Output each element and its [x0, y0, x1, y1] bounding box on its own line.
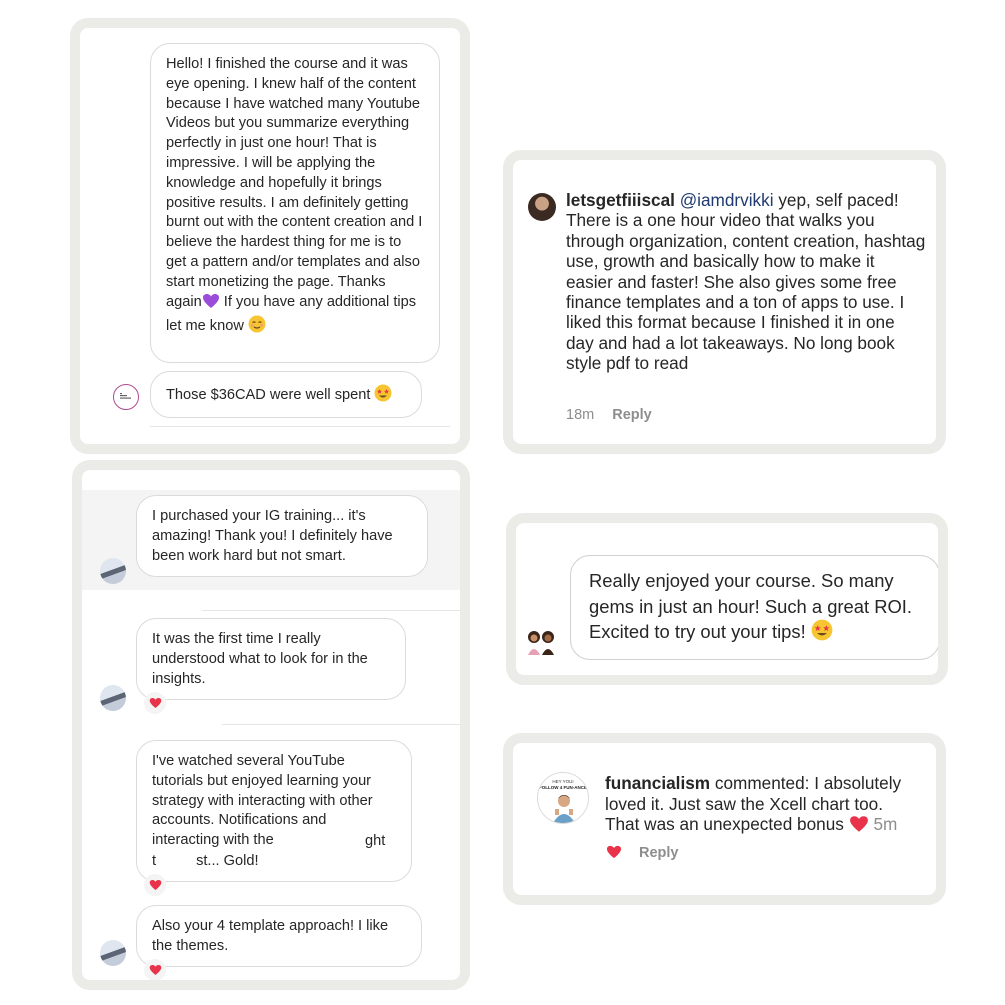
comment-username[interactable]: funancialism	[605, 773, 710, 793]
comment-body: letsgetfiiiscal @iamdrvikki yep, self pa…	[566, 190, 926, 374]
reply-button[interactable]: Reply	[639, 845, 679, 861]
relieved-face-icon	[248, 315, 266, 340]
message-text: I purchased your IG training... it's ama…	[152, 508, 393, 564]
message-bubble[interactable]: It was the first time I really understoo…	[136, 618, 406, 700]
red-heart-icon	[849, 815, 869, 838]
avatar[interactable]	[113, 384, 139, 410]
reply-button[interactable]: Reply	[612, 407, 652, 423]
divider	[202, 610, 460, 611]
avatar-caption: FOLLOW 4 FUN-ANCE	[539, 785, 587, 790]
star-struck-emoji-icon	[374, 384, 392, 409]
comment-screenshot-card-2: letsgetfiiiscal @iamdrvikki yep, self pa…	[503, 150, 946, 454]
comment-username[interactable]: letsgetfiiiscal	[566, 190, 675, 210]
comment-screenshot-card-5: HEY YOU! FOLLOW 4 FUN-ANCE funancialism …	[503, 733, 946, 905]
message-bubble[interactable]: Really enjoyed your course. So many gems…	[570, 555, 938, 660]
divider	[222, 724, 460, 725]
avatar[interactable]	[524, 627, 558, 661]
comment-mention[interactable]: @iamdrvikki	[680, 190, 774, 210]
divider	[150, 426, 450, 427]
avatar[interactable]	[100, 685, 126, 711]
avatar[interactable]	[100, 558, 126, 584]
dm-screenshot-card-4: Really enjoyed your course. So many gems…	[506, 513, 948, 685]
message-bubble[interactable]: I purchased your IG training... it's ama…	[136, 495, 428, 577]
message-bubble[interactable]: Those $36CAD were well spent	[150, 371, 422, 418]
message-bubble[interactable]: I've watched several YouTube tutorials b…	[136, 740, 412, 882]
message-text: Also your 4 template approach! I like th…	[152, 918, 389, 954]
like-heart-icon[interactable]	[606, 845, 622, 864]
message-text: It was the first time I really understoo…	[152, 631, 368, 687]
comment-text: yep, self paced! There is a one hour vid…	[566, 190, 926, 374]
message-text: Those $36CAD were well spent	[166, 387, 371, 403]
star-struck-emoji-icon	[811, 619, 833, 648]
message-text: I've watched several YouTube tutorials b…	[152, 753, 373, 849]
message-text: Really enjoyed your course. So many gems…	[589, 570, 913, 643]
comment-time: 5m	[873, 814, 898, 835]
purple-heart-icon	[202, 293, 220, 316]
heart-reaction-icon[interactable]	[144, 692, 166, 714]
message-text-partial: t st... Gold!	[152, 853, 259, 869]
heart-reaction-icon[interactable]	[144, 959, 166, 980]
comment-meta: 18m Reply	[566, 407, 652, 423]
avatar[interactable]	[528, 193, 556, 221]
dm-screenshot-card-3: I purchased your IG training... it's ama…	[72, 460, 470, 990]
avatar[interactable]: HEY YOU! FOLLOW 4 FUN-ANCE	[537, 772, 589, 824]
dm-screenshot-card-1: Hello! I finished the course and it was …	[70, 18, 470, 454]
message-text: Hello! I finished the course and it was …	[166, 56, 423, 310]
message-bubble[interactable]: Also your 4 template approach! I like th…	[136, 905, 422, 967]
heart-reaction-icon[interactable]	[144, 874, 166, 896]
message-text-partial: ght	[365, 833, 386, 849]
comment-time: 18m	[566, 407, 595, 423]
avatar[interactable]	[100, 940, 126, 966]
comment-body: funancialism commented: I absolutely lov…	[605, 773, 920, 838]
message-bubble[interactable]: Hello! I finished the course and it was …	[150, 43, 440, 363]
avatar-caption-top: HEY YOU!	[552, 779, 574, 784]
